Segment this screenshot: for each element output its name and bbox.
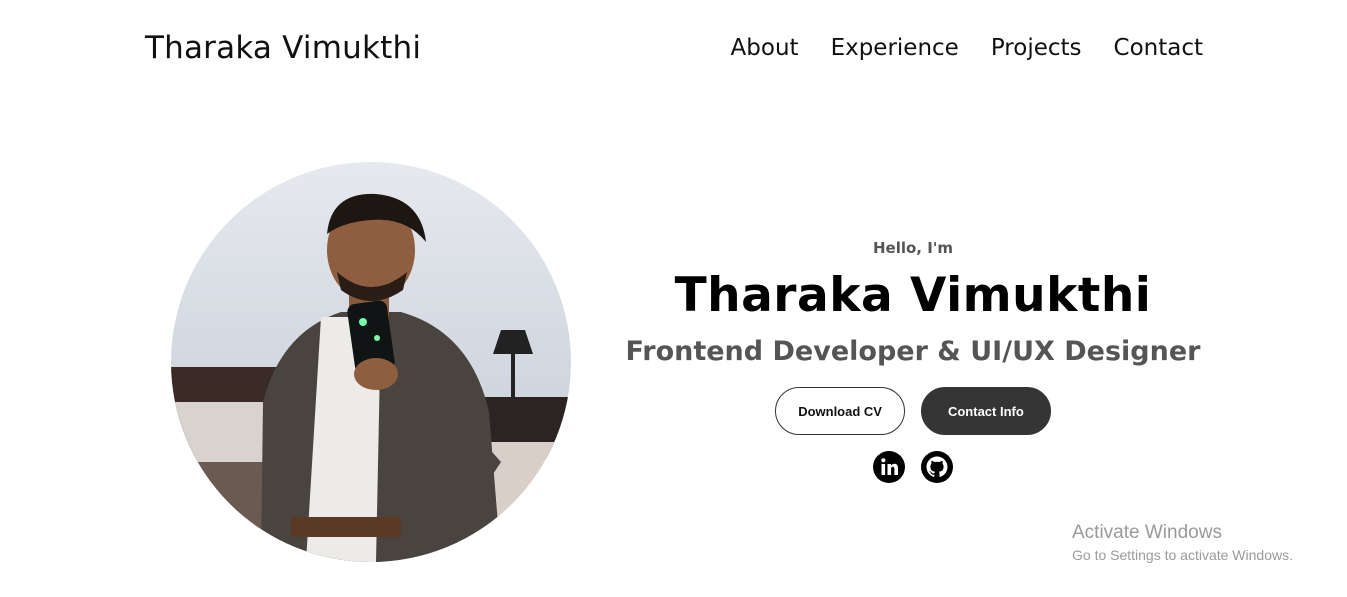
hero-name: Tharaka Vimukthi	[674, 268, 1152, 323]
portfolio-page: Tharaka Vimukthi About Experience Projec…	[0, 0, 1347, 597]
contact-info-button[interactable]: Contact Info	[920, 387, 1051, 435]
nav-experience[interactable]: Experience	[831, 35, 959, 61]
watermark-subtitle: Go to Settings to activate Windows.	[1072, 547, 1293, 563]
nav-about[interactable]: About	[731, 35, 799, 61]
main-nav: About Experience Projects Contact	[731, 35, 1203, 61]
hero-buttons: Download CV Contact Info	[600, 387, 1226, 435]
github-icon[interactable]	[921, 451, 953, 483]
hero-section: Hello, I'm Tharaka Vimukthi Frontend Dev…	[600, 236, 1226, 483]
nav-contact[interactable]: Contact	[1114, 35, 1203, 61]
watermark-title: Activate Windows	[1072, 522, 1222, 543]
site-logo[interactable]: Tharaka Vimukthi	[145, 30, 421, 66]
linkedin-icon[interactable]	[873, 451, 905, 483]
profile-photo	[171, 162, 571, 562]
social-links	[600, 451, 1226, 483]
activate-windows-watermark: Activate Windows Go to Settings to activ…	[1072, 521, 1293, 565]
greeting-text: Hello, I'm	[872, 239, 954, 257]
nav-projects[interactable]: Projects	[991, 35, 1082, 61]
download-cv-button[interactable]: Download CV	[775, 387, 905, 435]
hero-title: Frontend Developer & UI/UX Designer	[625, 336, 1201, 367]
